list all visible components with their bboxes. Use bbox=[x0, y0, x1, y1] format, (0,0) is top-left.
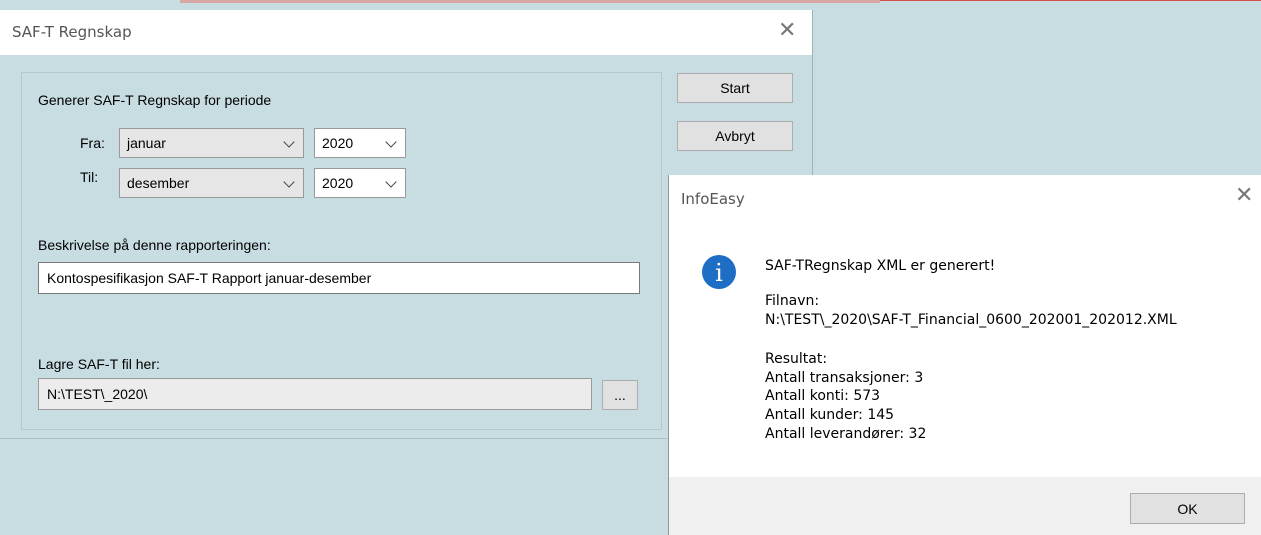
result-label: Resultat: bbox=[765, 351, 828, 367]
background-window-edge bbox=[180, 0, 880, 3]
cancel-button[interactable]: Avbryt bbox=[677, 121, 793, 151]
chevron-down-icon bbox=[283, 136, 295, 148]
customers-count: Antall kunder: 145 bbox=[765, 407, 895, 423]
to-year-select[interactable]: 2020 bbox=[314, 168, 406, 198]
message-box-footer: OK bbox=[669, 477, 1261, 535]
to-month-value: desember bbox=[127, 175, 190, 191]
to-label: Til: bbox=[80, 169, 99, 185]
browse-button[interactable]: ... bbox=[602, 380, 638, 410]
accounts-count: Antall konti: 573 bbox=[765, 388, 881, 404]
description-input[interactable]: Kontospesifikasjon SAF-T Rapport januar-… bbox=[38, 262, 640, 294]
infoeasy-message-box: InfoEasy ✕ i SAF-TRegnskap XML er genere… bbox=[668, 175, 1261, 535]
close-icon[interactable]: ✕ bbox=[1235, 185, 1253, 207]
from-month-value: januar bbox=[127, 135, 166, 151]
save-path-value: N:\TEST\_2020\ bbox=[47, 386, 148, 402]
ok-button[interactable]: OK bbox=[1130, 493, 1245, 524]
to-month-select[interactable]: desember bbox=[119, 168, 304, 198]
background-window-strip bbox=[0, 0, 1261, 10]
message-headline: SAF-TRegnskap XML er generert! bbox=[765, 258, 996, 274]
transactions-count: Antall transaksjoner: 3 bbox=[765, 370, 924, 386]
from-label: Fra: bbox=[80, 135, 105, 151]
background-area bbox=[812, 10, 1261, 175]
chevron-down-icon bbox=[385, 176, 397, 188]
chevron-down-icon bbox=[385, 136, 397, 148]
period-heading: Generer SAF-T Regnskap for periode bbox=[38, 92, 272, 108]
suppliers-count: Antall leverandører: 32 bbox=[765, 426, 927, 442]
from-month-select[interactable]: januar bbox=[119, 128, 304, 158]
to-year-value: 2020 bbox=[322, 175, 354, 191]
filename-value: N:\TEST\_2020\SAF-T_Financial_0600_20200… bbox=[765, 312, 1177, 328]
saft-dialog-title: SAF-T Regnskap bbox=[12, 23, 132, 41]
background-window-edge-right bbox=[880, 0, 1261, 1]
info-icon: i bbox=[702, 255, 736, 289]
from-year-select[interactable]: 2020 bbox=[314, 128, 406, 158]
save-path-input[interactable]: N:\TEST\_2020\ bbox=[38, 378, 592, 410]
filename-label: Filnavn: bbox=[765, 293, 820, 309]
from-year-value: 2020 bbox=[322, 135, 354, 151]
close-icon[interactable]: ✕ bbox=[778, 20, 796, 42]
saft-dialog-titlebar: SAF-T Regnskap ✕ bbox=[0, 10, 812, 55]
description-label: Beskrivelse på denne rapporteringen: bbox=[38, 237, 271, 253]
message-box-title: InfoEasy bbox=[681, 190, 745, 208]
description-value: Kontospesifikasjon SAF-T Rapport januar-… bbox=[47, 270, 372, 286]
chevron-down-icon bbox=[283, 176, 295, 188]
save-path-label: Lagre SAF-T fil her: bbox=[38, 356, 160, 372]
start-button[interactable]: Start bbox=[677, 73, 793, 103]
